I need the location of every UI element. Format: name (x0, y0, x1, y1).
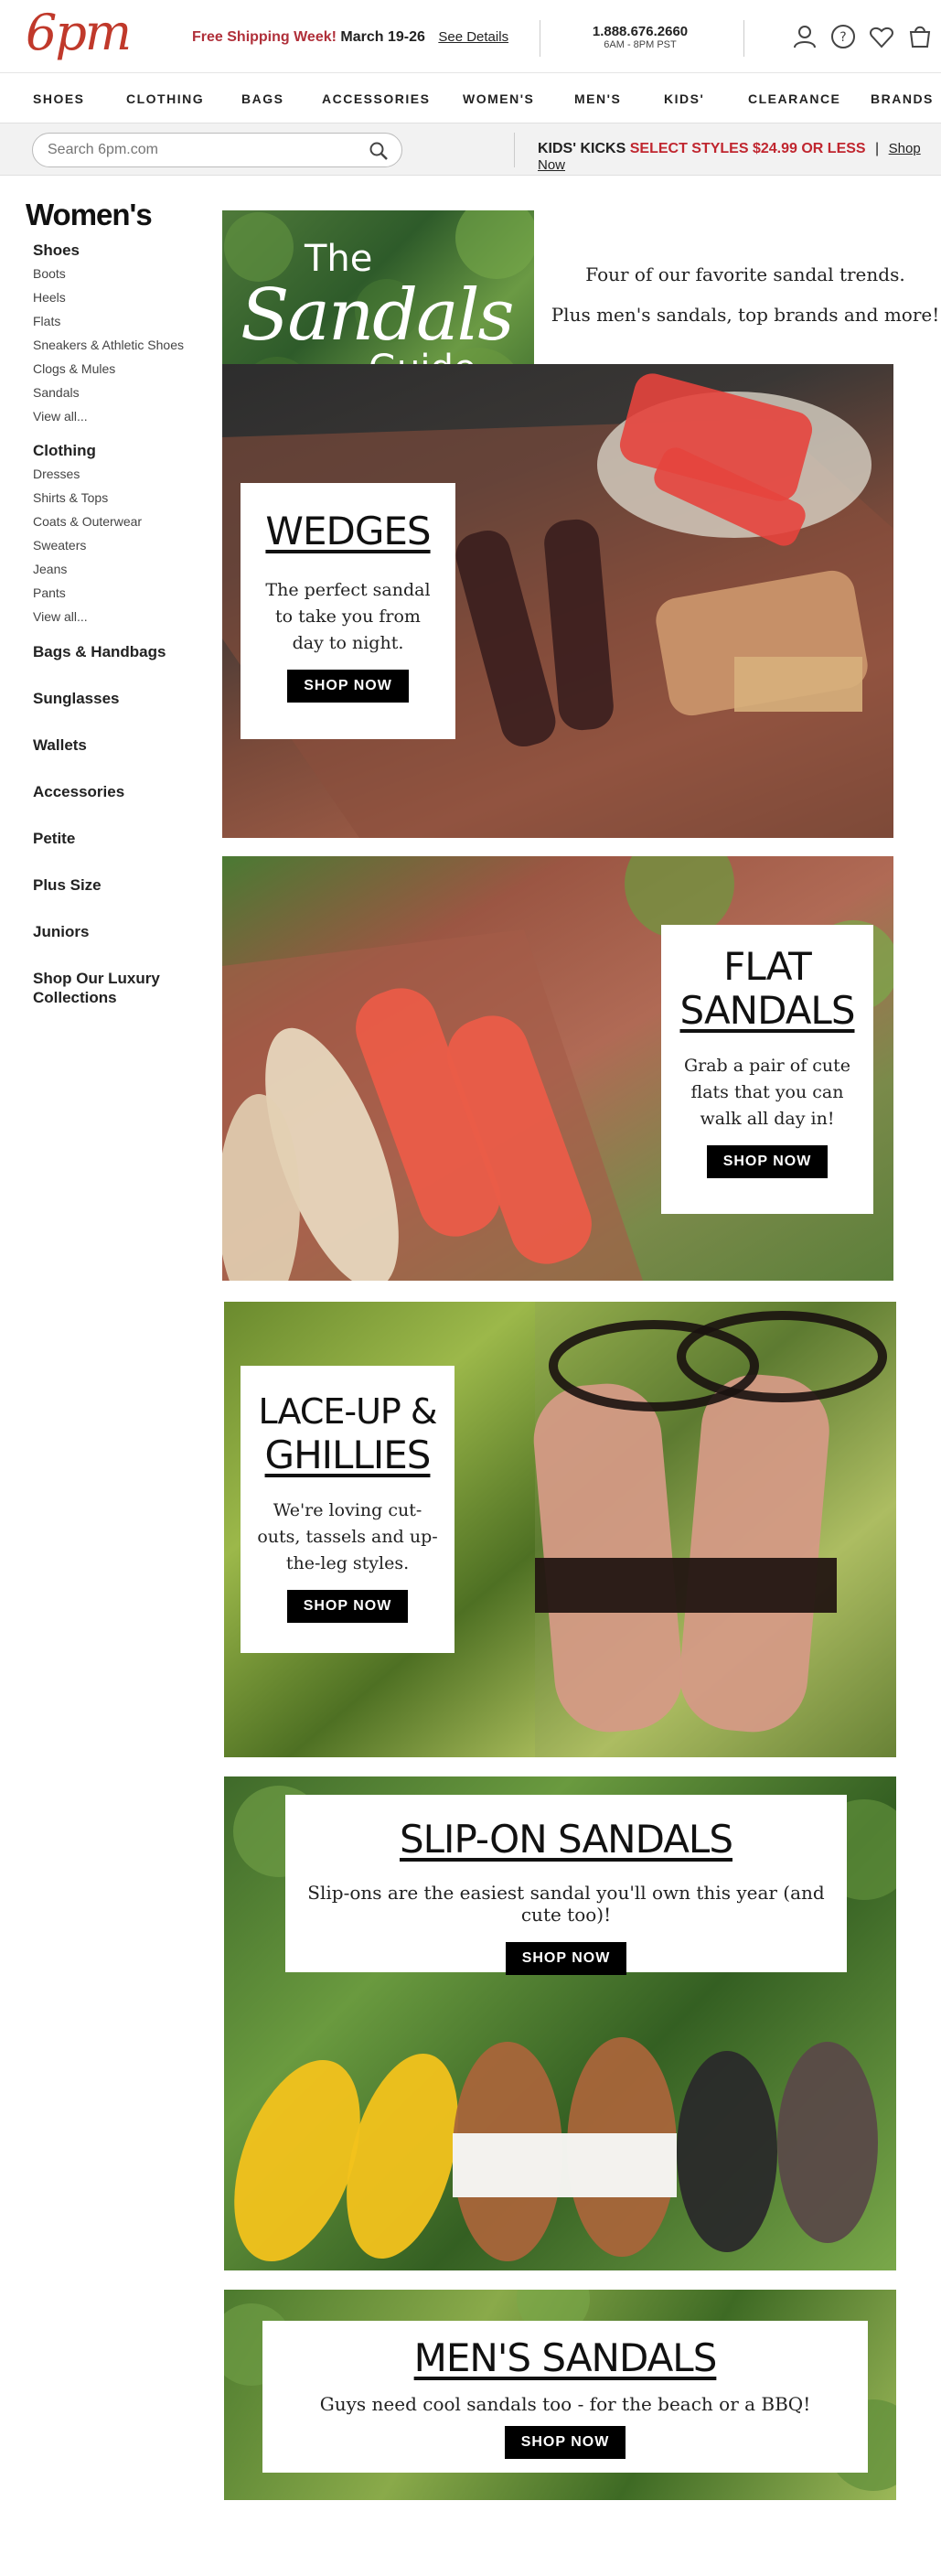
nav-kids[interactable]: KIDS' (664, 91, 704, 106)
search-divider (514, 133, 515, 167)
wedges-title: WEDGES (265, 509, 431, 553)
main-nav: SHOES CLOTHING BAGS ACCESSORIES WOMEN'S … (0, 82, 941, 117)
mens-sandals-card: MEN'S SANDALS Guys need cool sandals too… (262, 2321, 868, 2473)
sidebar-item-coats[interactable]: Coats & Outerwear (33, 514, 209, 529)
intro-text: Four of our favorite sandal trends. Plus… (544, 254, 941, 335)
slip-on-card: SLIP-ON SANDALS Slip-ons are the easiest… (285, 1795, 847, 1975)
lace-up-title-line-1: LACE-UP & (258, 1391, 437, 1432)
sidebar-item-dresses[interactable]: Dresses (33, 467, 209, 481)
flat-title-line-2: SANDALS (679, 988, 856, 1033)
lace-up-panel[interactable]: LACE-UP & GHILLIES We're loving cut-outs… (224, 1302, 896, 1757)
guide-word-sandals: Sandals (241, 274, 515, 357)
kids-promo-label: KIDS' KICKS (538, 141, 626, 156)
nav-mens[interactable]: MEN'S (574, 91, 621, 106)
mens-title: MEN'S SANDALS (413, 2335, 718, 2380)
sidebar: Women's Shoes Boots Heels Flats Sneakers… (26, 198, 209, 1035)
sidebar-item-wallets[interactable]: Wallets (33, 735, 209, 755)
mens-text: Guys need cool sandals too - for the bea… (319, 2393, 811, 2415)
nav-shoes[interactable]: SHOES (33, 91, 85, 106)
shipping-promo: Free Shipping Week! March 19-26 See Deta… (192, 29, 508, 46)
wedges-card: WEDGES The perfect sandal to take you fr… (241, 483, 455, 739)
sidebar-item-accessories[interactable]: Accessories (33, 782, 209, 801)
kids-promo: KIDS' KICKS SELECT STYLES $24.99 OR LESS… (538, 141, 941, 174)
kids-promo-offer: SELECT STYLES $24.99 OR LESS (629, 141, 866, 156)
sidebar-item-shirts[interactable]: Shirts & Tops (33, 490, 209, 505)
promo-dates: March 19-26 (340, 29, 425, 45)
site-logo[interactable]: 6pm (26, 4, 132, 61)
slip-on-text: Slip-ons are the easiest sandal you'll o… (307, 1882, 825, 1926)
sidebar-title: Women's (26, 198, 153, 231)
slip-on-title: SLIP-ON SANDALS (400, 1817, 733, 1862)
sidebar-item-sweaters[interactable]: Sweaters (33, 538, 209, 553)
nav-clearance[interactable]: CLEARANCE (748, 91, 840, 106)
sidebar-item-sneakers[interactable]: Sneakers & Athletic Shoes (33, 338, 209, 352)
flat-sandals-card: FLAT SANDALS Grab a pair of cute flats t… (661, 925, 873, 1214)
help-icon[interactable]: ? (830, 24, 856, 49)
lace-up-card: LACE-UP & GHILLIES We're loving cut-outs… (241, 1366, 454, 1653)
sidebar-item-heels[interactable]: Heels (33, 290, 209, 305)
search-input[interactable] (32, 133, 402, 167)
flat-shop-now-button[interactable]: SHOP NOW (706, 1145, 829, 1178)
nav-womens[interactable]: WOMEN'S (463, 91, 534, 106)
heart-icon[interactable] (869, 24, 894, 49)
sidebar-item-juniors[interactable]: Juniors (33, 922, 209, 941)
svg-text:?: ? (839, 30, 846, 45)
sidebar-item-jeans[interactable]: Jeans (33, 562, 209, 576)
sidebar-item-boots[interactable]: Boots (33, 266, 209, 281)
lace-up-title-line-2: GHILLIES (264, 1433, 432, 1477)
lace-up-text: We're loving cut-outs, tassels and up-th… (257, 1500, 438, 1573)
sidebar-item-shoes-view-all[interactable]: View all... (33, 409, 209, 424)
support-hours: 6AM - 8PM PST (604, 39, 677, 50)
promo-headline: Free Shipping Week! (192, 29, 337, 45)
mens-shop-now-button[interactable]: SHOP NOW (504, 2426, 626, 2459)
wedges-panel[interactable]: WEDGES The perfect sandal to take you fr… (222, 364, 893, 838)
sidebar-item-luxury[interactable]: Shop Our Luxury Collections (33, 969, 170, 1007)
search-icon[interactable] (368, 140, 390, 162)
flat-title-line-1: FLAT (723, 944, 812, 989)
intro-line-2: Plus men's sandals, top brands and more! (551, 304, 940, 326)
flat-sandals-panel[interactable]: FLAT SANDALS Grab a pair of cute flats t… (222, 856, 893, 1281)
sidebar-item-pants[interactable]: Pants (33, 585, 209, 600)
account-icon[interactable] (792, 24, 818, 49)
kids-promo-separator: | (875, 141, 880, 156)
nav-bags[interactable]: BAGS (241, 91, 283, 106)
sidebar-item-shoes[interactable]: Shoes (33, 242, 209, 260)
slip-on-panel[interactable]: SLIP-ON SANDALS Slip-ons are the easiest… (224, 1776, 896, 2270)
lace-up-shop-now-button[interactable]: SHOP NOW (286, 1590, 409, 1623)
nav-brands[interactable]: BRANDS (871, 91, 934, 106)
wedges-text: The perfect sandal to take you from day … (265, 580, 431, 653)
search-bar: KIDS' KICKS SELECT STYLES $24.99 OR LESS… (0, 123, 941, 176)
sidebar-item-clogs[interactable]: Clogs & Mules (33, 361, 209, 376)
flat-text: Grab a pair of cute flats that you can w… (683, 1056, 851, 1129)
phone-block: 1.888.676.2660 6AM - 8PM PST (549, 24, 732, 50)
site-header: 6pm Free Shipping Week! March 19-26 See … (0, 0, 941, 73)
nav-clothing[interactable]: CLOTHING (126, 91, 204, 106)
sidebar-item-plus-size[interactable]: Plus Size (33, 875, 209, 895)
sidebar-item-sunglasses[interactable]: Sunglasses (33, 689, 209, 708)
sidebar-item-clothing[interactable]: Clothing (33, 442, 209, 460)
sidebar-item-clothing-view-all[interactable]: View all... (33, 609, 209, 624)
sidebar-item-sandals[interactable]: Sandals (33, 385, 209, 400)
slip-on-shop-now-button[interactable]: SHOP NOW (505, 1942, 627, 1975)
sidebar-item-flats[interactable]: Flats (33, 314, 209, 328)
nav-accessories[interactable]: ACCESSORIES (322, 91, 430, 106)
phone-number[interactable]: 1.888.676.2660 (549, 24, 732, 39)
see-details-link[interactable]: See Details (438, 29, 508, 45)
wedges-shop-now-button[interactable]: SHOP NOW (287, 670, 409, 703)
sidebar-item-bags[interactable]: Bags & Handbags (33, 642, 209, 661)
intro-line-1: Four of our favorite sandal trends. (585, 263, 905, 285)
cart-icon[interactable] (907, 24, 933, 49)
mens-sandals-panel[interactable]: MEN'S SANDALS Guys need cool sandals too… (224, 2290, 896, 2500)
sidebar-item-petite[interactable]: Petite (33, 829, 209, 848)
header-divider (743, 20, 744, 57)
